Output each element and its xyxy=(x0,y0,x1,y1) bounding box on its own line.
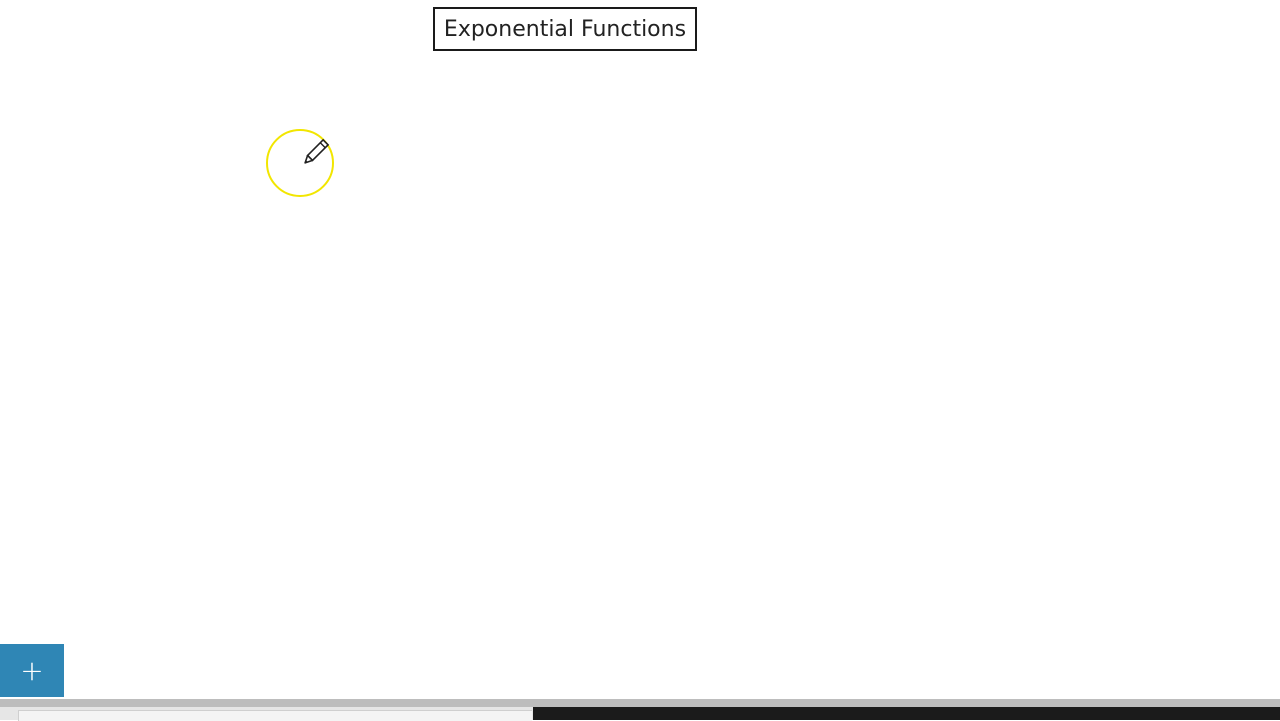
pencil-icon xyxy=(304,138,330,164)
whiteboard-canvas[interactable]: Exponential Functions xyxy=(0,0,1280,700)
taskbar xyxy=(533,707,1280,720)
add-button[interactable]: + xyxy=(0,644,64,697)
page-tab[interactable] xyxy=(18,710,532,721)
bottom-divider xyxy=(0,699,1280,707)
page-title: Exponential Functions xyxy=(433,7,697,51)
page-tabs-bar xyxy=(0,707,533,721)
